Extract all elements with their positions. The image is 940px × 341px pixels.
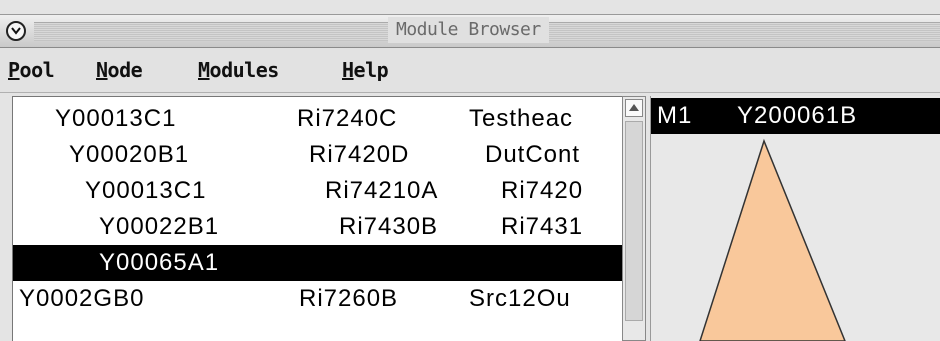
module-type: Ri7240C xyxy=(297,105,398,132)
module-name: Testheac xyxy=(469,105,574,132)
module-id: Y00065A1 xyxy=(99,249,220,276)
list-scrollbar[interactable] xyxy=(622,96,646,341)
module-name: Ri7431 xyxy=(501,213,584,240)
menu-help-mnemonic: H xyxy=(342,58,354,82)
list-item[interactable]: Y00013C1 Ri74210A Ri7420 xyxy=(13,173,623,209)
arrow-up-icon xyxy=(629,104,639,111)
module-browser-window: Module Browser Pool Node Modules Help Y0… xyxy=(0,0,940,341)
module-slot: M1 xyxy=(657,102,693,129)
module-id: Y00020B1 xyxy=(69,141,190,168)
module-name: Ri7420 xyxy=(501,177,584,204)
menu-pool-mnemonic: P xyxy=(8,58,20,82)
menu-node-label: ode xyxy=(107,58,143,82)
menu-modules-label: odules xyxy=(209,58,280,82)
list-item[interactable]: Y00020B1 Ri7420D DutCont xyxy=(13,137,623,173)
module-id: Y00022B1 xyxy=(99,213,220,240)
list-item[interactable]: Y00013C1 Ri7240C Testheac xyxy=(13,101,623,137)
title-bar[interactable]: Module Browser xyxy=(0,14,940,48)
menu-node-mnemonic: N xyxy=(96,58,108,82)
module-id: Y00013C1 xyxy=(85,177,207,204)
module-name: Src12Ou xyxy=(469,285,571,312)
module-id: Y0002GB0 xyxy=(19,285,145,312)
window-title: Module Browser xyxy=(388,17,549,43)
module-name: DutCont xyxy=(485,141,581,168)
list-item-selected[interactable]: Y00065A1 xyxy=(13,245,623,281)
menu-help-label: elp xyxy=(353,58,389,82)
scroll-up-button[interactable] xyxy=(625,99,643,117)
menu-pool[interactable]: Pool xyxy=(8,58,55,82)
menu-pool-label: ool xyxy=(19,58,55,82)
menu-help[interactable]: Help xyxy=(342,58,389,82)
chevron-down-icon xyxy=(11,27,21,35)
module-type: Ri74210A xyxy=(325,177,439,204)
menu-modules[interactable]: Modules xyxy=(198,58,279,82)
collapse-button[interactable] xyxy=(6,21,26,41)
scroll-thumb[interactable] xyxy=(625,121,643,321)
module-type: Ri7260B xyxy=(299,285,399,312)
module-type: Ri7420D xyxy=(309,141,410,168)
module-detail-id: Y200061B xyxy=(737,102,858,129)
list-item[interactable]: Y0002GB0 Ri7260B Src12Ou xyxy=(13,281,623,317)
module-type: Ri7430B xyxy=(339,213,439,240)
module-list[interactable]: Y00013C1 Ri7240C Testheac Y00020B1 Ri742… xyxy=(12,96,623,341)
list-item[interactable]: Y00022B1 Ri7430B Ri7431 xyxy=(13,209,623,245)
menu-bar: Pool Node Modules Help xyxy=(0,48,940,93)
menu-node[interactable]: Node xyxy=(96,58,143,82)
menu-modules-mnemonic: M xyxy=(198,58,210,82)
module-id: Y00013C1 xyxy=(55,105,177,132)
module-detail-item[interactable]: M1 Y200061B xyxy=(651,98,940,134)
module-detail-panel: M1 Y200061B xyxy=(650,96,940,341)
